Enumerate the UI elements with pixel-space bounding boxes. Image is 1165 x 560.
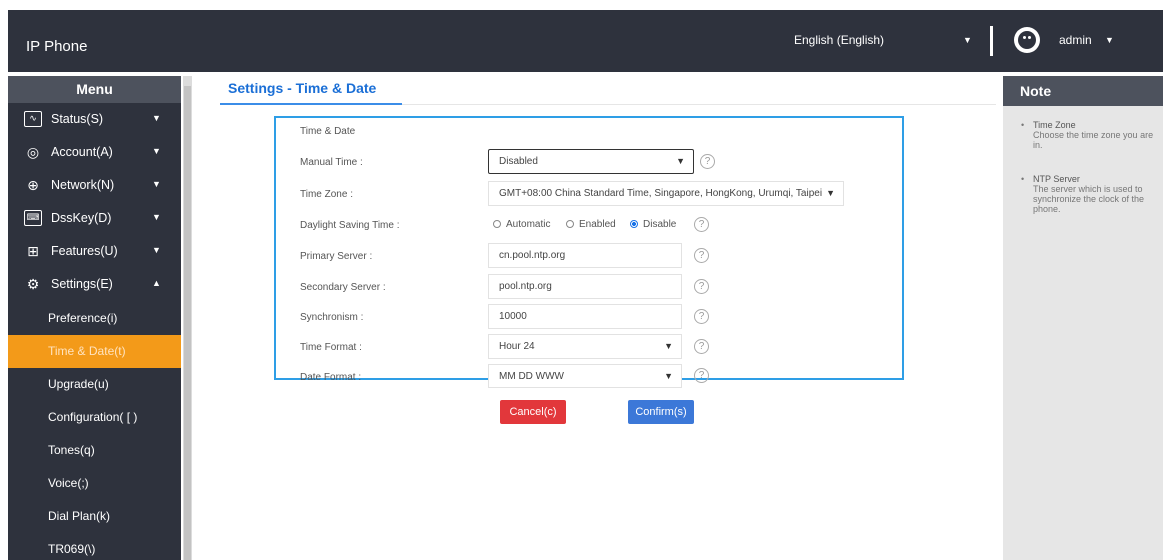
caret-down-icon: ▼ <box>152 113 161 123</box>
globe-icon: ⊕ <box>27 177 39 193</box>
sidebar-subitem-time-date[interactable]: Time & Date(t) <box>8 335 181 368</box>
gear-icon: ⚙ <box>26 276 40 292</box>
help-icon[interactable]: ? <box>694 309 709 324</box>
sidebar-item-settings[interactable]: ⚙ Settings(E) ▲ <box>8 268 181 301</box>
user-menu[interactable]: admin <box>1059 33 1092 47</box>
help-icon[interactable]: ? <box>694 248 709 263</box>
caret-down-icon: ▼ <box>152 179 161 189</box>
app-frame: IP Phone English (English) ▼ admin ▼ Men… <box>8 10 1163 560</box>
date-format-label: Date Format : <box>300 372 362 383</box>
sidebar-subitem-configuration[interactable]: Configuration( [ ) <box>8 401 181 434</box>
sidebar-subitem-tones[interactable]: Tones(q) <box>8 434 181 467</box>
sidebar-item-status[interactable]: ∿ Status(S) ▼ <box>8 103 181 136</box>
page-title: Settings - Time & Date <box>228 80 377 96</box>
date-format-select[interactable]: MM DD WWW ▼ <box>488 364 682 388</box>
help-icon[interactable]: ? <box>694 339 709 354</box>
radio-enabled[interactable]: Enabled <box>566 219 616 230</box>
user-icon: ◎ <box>26 144 40 160</box>
time-date-panel: Time & Date Manual Time : Disabled ▼ ? Ti… <box>274 116 904 388</box>
sidebar: Menu ∿ Status(S) ▼ ◎ Account(A) ▼ ⊕ Netw… <box>8 76 181 560</box>
chevron-down-icon: ▼ <box>664 341 673 351</box>
time-format-label: Time Format : <box>300 342 362 353</box>
help-icon[interactable]: ? <box>700 154 715 169</box>
sidebar-subitem-voice[interactable]: Voice(;) <box>8 467 181 500</box>
chevron-down-icon: ▼ <box>676 156 685 166</box>
monitor-icon: ∿ <box>24 111 42 127</box>
sidebar-scrollbar[interactable] <box>183 76 192 560</box>
help-icon[interactable]: ? <box>694 368 709 383</box>
radio-disable[interactable]: Disable <box>630 219 676 230</box>
app-title: IP Phone <box>26 38 88 55</box>
sidebar-subitem-preference[interactable]: Preference(i) <box>8 302 181 335</box>
synchronism-input[interactable]: 10000 <box>488 304 682 329</box>
note-item-time-zone: • Time Zone Choose the time zone you are… <box>1021 120 1154 150</box>
caret-down-icon: ▼ <box>152 146 161 156</box>
help-icon[interactable]: ? <box>694 279 709 294</box>
help-icon[interactable]: ? <box>694 217 709 232</box>
sidebar-subitem-tr069[interactable]: TR069(\) <box>8 533 181 560</box>
secondary-server-label: Secondary Server : <box>300 282 386 293</box>
sidebar-item-account[interactable]: ◎ Account(A) ▼ <box>8 136 181 169</box>
primary-server-input[interactable]: cn.pool.ntp.org <box>488 243 682 268</box>
caret-down-icon[interactable]: ▼ <box>1105 35 1114 45</box>
note-title: Note <box>1003 76 1163 106</box>
sidebar-subitem-upgrade[interactable]: Upgrade(u) <box>8 368 181 401</box>
sidebar-item-network[interactable]: ⊕ Network(N) ▼ <box>8 169 181 202</box>
caret-down-icon: ▼ <box>152 245 161 255</box>
chevron-down-icon: ▼ <box>826 188 835 198</box>
language-selector[interactable]: English (English) <box>794 33 884 47</box>
avatar-icon[interactable] <box>1014 27 1040 53</box>
note-panel: Note • Time Zone Choose the time zone yo… <box>1003 76 1163 560</box>
title-underline <box>220 103 402 105</box>
grid-icon: ⊞ <box>27 243 39 259</box>
radio-circle[interactable] <box>566 220 574 228</box>
cancel-button[interactable]: Cancel(c) <box>500 400 566 424</box>
synchronism-label: Synchronism : <box>300 312 364 323</box>
manual-time-select[interactable]: Disabled ▼ <box>488 149 694 174</box>
sidebar-item-features[interactable]: ⊞ Features(U) ▼ <box>8 235 181 268</box>
caret-down-icon[interactable]: ▼ <box>963 35 972 45</box>
chevron-down-icon: ▼ <box>664 371 673 381</box>
manual-time-label: Manual Time : <box>300 157 363 168</box>
confirm-button[interactable]: Confirm(s) <box>628 400 694 424</box>
primary-server-label: Primary Server : <box>300 251 373 262</box>
radio-circle[interactable] <box>493 220 501 228</box>
menu-title: Menu <box>8 76 181 103</box>
radio-circle-selected[interactable] <box>630 220 638 228</box>
top-bar: IP Phone English (English) ▼ admin ▼ <box>8 10 1163 72</box>
keyboard-icon: ⌨ <box>24 210 42 226</box>
scrollbar-thumb[interactable] <box>184 86 191 560</box>
time-format-select[interactable]: Hour 24 ▼ <box>488 334 682 359</box>
sidebar-item-dsskey[interactable]: ⌨ DssKey(D) ▼ <box>8 202 181 235</box>
sidebar-subitem-dial-plan[interactable]: Dial Plan(k) <box>8 500 181 533</box>
time-zone-label: Time Zone : <box>300 189 353 200</box>
note-item-ntp-server: • NTP Server The server which is used to… <box>1021 174 1145 214</box>
time-zone-select[interactable]: GMT+08:00 China Standard Time, Singapore… <box>488 181 844 206</box>
caret-down-icon: ▼ <box>152 212 161 222</box>
secondary-server-input[interactable]: pool.ntp.org <box>488 274 682 299</box>
header-divider <box>990 26 993 56</box>
caret-up-icon: ▲ <box>152 278 161 288</box>
daylight-saving-label: Daylight Saving Time : <box>300 220 400 231</box>
panel-title: Time & Date <box>300 126 356 137</box>
radio-automatic[interactable]: Automatic <box>493 219 550 230</box>
